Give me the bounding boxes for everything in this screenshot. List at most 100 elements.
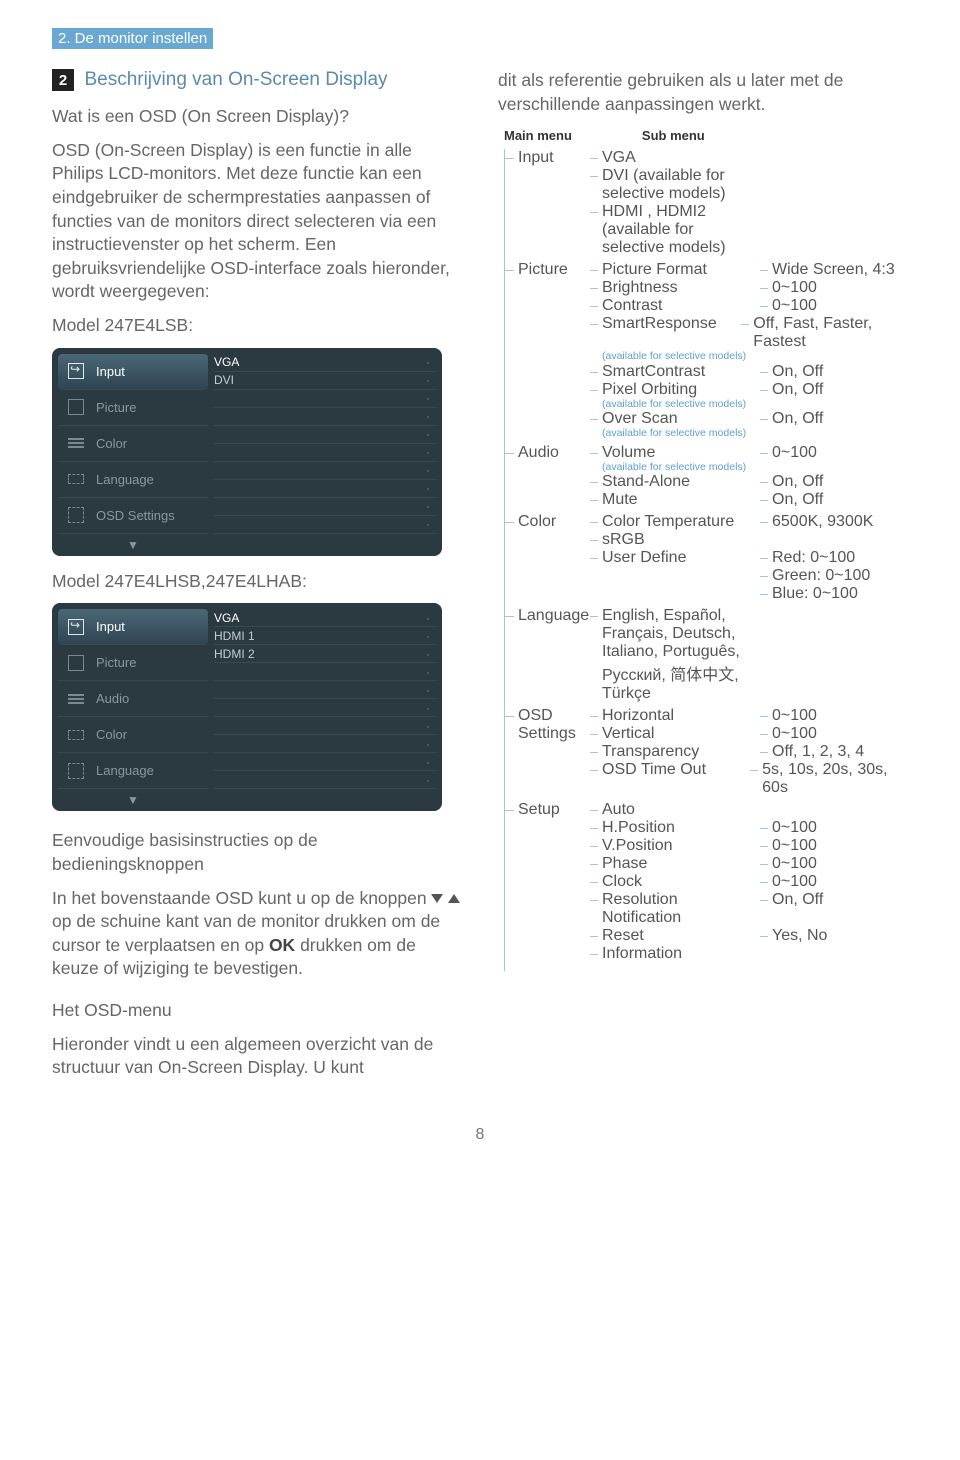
- osd-menu-icon: [66, 469, 86, 489]
- osd-option-row[interactable]: VGA: [214, 609, 436, 627]
- tree-sub-label: HDMI , HDMI2 (available for selective mo…: [588, 203, 758, 257]
- tree-sub-value: Green: 0~100: [758, 567, 870, 585]
- tree-sub-value: 0~100: [758, 444, 817, 462]
- basis-heading: Eenvoudige basisinstructies op de bedien…: [52, 829, 462, 876]
- osd-option-row: [214, 699, 436, 717]
- osd-option-row: [214, 444, 436, 462]
- tree-sub-value: On, Off: [758, 473, 823, 491]
- osd-menu-item[interactable]: Picture: [58, 390, 208, 426]
- question-heading: Wat is een OSD (On Screen Display)?: [52, 105, 462, 129]
- osd-menu-item[interactable]: Color: [58, 426, 208, 462]
- tree-main-item: Input: [498, 149, 588, 257]
- osd-menu-text: Hieronder vindt u een algemeen overzicht…: [52, 1033, 462, 1080]
- tree-sub-value: 0~100: [758, 873, 817, 891]
- osd-option-row[interactable]: VGA: [214, 354, 436, 372]
- tree-sub-label: Contrast: [588, 297, 758, 315]
- tree-sub-value: 0~100: [758, 279, 817, 297]
- osd-option-row: [214, 408, 436, 426]
- down-arrow-icon: [431, 894, 443, 903]
- tree-sub-value: Off, 1, 2, 3, 4: [758, 743, 864, 761]
- osd-option-row: [214, 663, 436, 681]
- tree-sub-label: Color Temperature: [588, 513, 758, 531]
- osd-menu-label: Audio: [96, 691, 129, 706]
- osd-menu-icon: [66, 617, 86, 637]
- osd-menu-label: Language: [96, 763, 154, 778]
- osd-menu-label: Color: [96, 727, 127, 742]
- right-column: dit als referentie gebruiken als u later…: [498, 63, 908, 1090]
- osd-menu-item[interactable]: Color: [58, 717, 208, 753]
- tree-sub-label: OSD Time Out: [588, 761, 748, 779]
- tree-sub-note: (available for selective models): [588, 462, 908, 474]
- tree-sub-label: SmartContrast: [588, 363, 758, 381]
- osd-panel-a: Input Picture Color Language OSD Settings ▼ V…: [52, 348, 442, 556]
- osd-option-row[interactable]: HDMI 2: [214, 645, 436, 663]
- tree-sub-label: Mute: [588, 491, 758, 509]
- basis-text: In het bovenstaande OSD kunt u op de kno…: [52, 887, 462, 982]
- tree-sub-label: English, Español, Français, Deutsch, Ita…: [588, 607, 758, 703]
- tree-main-item: Color: [498, 513, 588, 603]
- osd-option-row: [214, 681, 436, 699]
- osd-menu-icon: [66, 397, 86, 417]
- osd-option-row[interactable]: HDMI 1: [214, 627, 436, 645]
- osd-menu-label: Picture: [96, 655, 136, 670]
- osd-menu-heading: Het OSD-menu: [52, 999, 462, 1023]
- osd-option-row: [214, 426, 436, 444]
- osd-menu-item[interactable]: Language: [58, 462, 208, 498]
- up-arrow-icon: [448, 894, 460, 903]
- osd-menu-label: OSD Settings: [96, 508, 175, 523]
- tree-sub-label: Volume: [588, 444, 758, 462]
- osd-menu-label: Input: [96, 619, 125, 634]
- osd-option-row: [214, 498, 436, 516]
- osd-down-arrow[interactable]: ▼: [58, 534, 208, 552]
- osd-menu-icon: [66, 505, 86, 525]
- osd-menu-item[interactable]: Input: [58, 354, 208, 390]
- tree-main-item: Setup: [498, 801, 588, 963]
- tree-sub-label: Vertical: [588, 725, 758, 743]
- model-a-label: Model 247E4LSB:: [52, 314, 462, 338]
- osd-menu-icon: [66, 433, 86, 453]
- osd-down-arrow[interactable]: ▼: [58, 789, 208, 807]
- osd-menu-label: Input: [96, 364, 125, 379]
- section-title: Beschrijving van On-Screen Display: [84, 69, 387, 90]
- tree-sub-note: (available for selective models): [588, 399, 908, 411]
- osd-option-row: [214, 462, 436, 480]
- tree-sub-label: Resolution Notification: [588, 891, 758, 927]
- osd-menu-item[interactable]: Input: [58, 609, 208, 645]
- tree-sub-label: DVI (available for selective models): [588, 167, 758, 203]
- tree-sub-value: Red: 0~100: [758, 549, 855, 567]
- tree-sub-label: SmartResponse: [588, 315, 739, 333]
- tree-sub-value: Yes, No: [758, 927, 827, 945]
- tree-sub-value: 0~100: [758, 837, 817, 855]
- manual-page: 2. De monitor instellen 2 Beschrijving v…: [0, 0, 960, 1164]
- osd-menu-item[interactable]: Picture: [58, 645, 208, 681]
- tree-main-item: Audio: [498, 444, 588, 510]
- osd-option-row[interactable]: DVI: [214, 372, 436, 390]
- osd-menu-item[interactable]: Audio: [58, 681, 208, 717]
- osd-menu-label: Color: [96, 436, 127, 451]
- tree-sub-value: On, Off: [758, 381, 823, 399]
- tree-main-item: Language: [498, 607, 588, 703]
- osd-menu-item[interactable]: Language: [58, 753, 208, 789]
- model-b-label: Model 247E4LHSB,247E4LHAB:: [52, 570, 462, 594]
- osd-option-row: [214, 735, 436, 753]
- osd-option-row: [214, 771, 436, 789]
- reference-text: dit als referentie gebruiken als u later…: [498, 69, 908, 116]
- tree-sub-label: Transparency: [588, 743, 758, 761]
- tree-sub-label: Stand-Alone: [588, 473, 758, 491]
- tree-sub-label: V.Position: [588, 837, 758, 855]
- tree-sub-label: H.Position: [588, 819, 758, 837]
- left-column: 2 Beschrijving van On-Screen Display Wat…: [52, 63, 462, 1090]
- tree-sub-note: (available for selective models): [588, 351, 908, 363]
- tree-sub-label: Auto: [588, 801, 758, 819]
- tree-sub-label: User Define: [588, 549, 758, 567]
- tree-head-sub: Sub menu: [642, 128, 705, 143]
- osd-menu-icon: [66, 725, 86, 745]
- tree-sub-label: Clock: [588, 873, 758, 891]
- tree-sub-value: On, Off: [758, 891, 823, 909]
- tree-sub-label: Pixel Orbiting: [588, 381, 758, 399]
- osd-menu-item[interactable]: OSD Settings: [58, 498, 208, 534]
- tree-sub-value: Off, Fast, Faster, Fastest: [739, 315, 908, 351]
- tree-head-main: Main menu: [504, 128, 572, 143]
- tree-sub-label: Reset: [588, 927, 758, 945]
- tree-sub-value: 0~100: [758, 725, 817, 743]
